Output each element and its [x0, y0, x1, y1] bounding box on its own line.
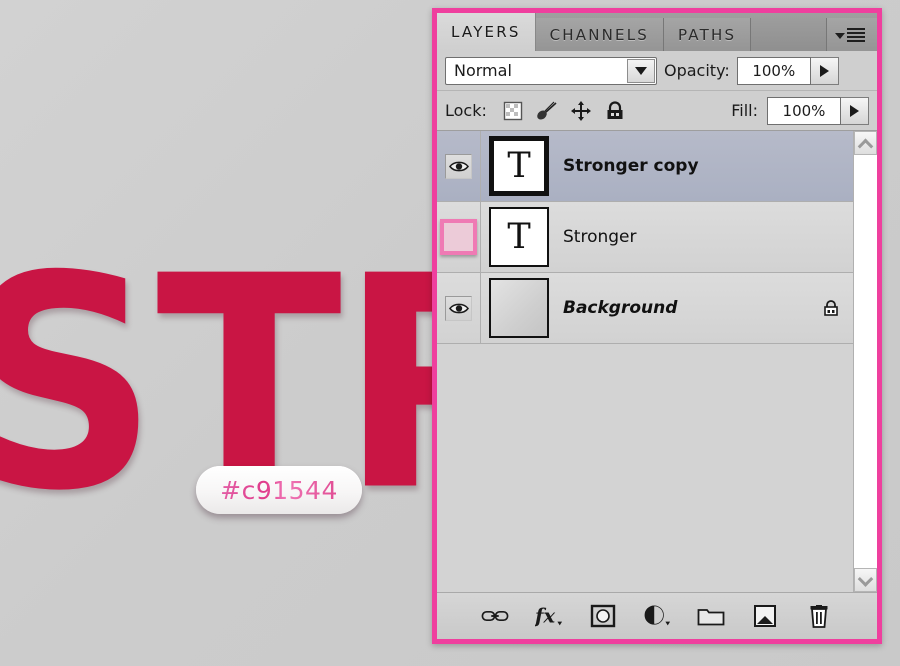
color-hex-badge-label: #c91544	[220, 475, 338, 505]
opacity-label: Opacity:	[664, 61, 730, 80]
lock-row: Lock: Fill: 100%	[437, 91, 877, 131]
table-row[interactable]: T Stronger	[437, 201, 853, 273]
layer-list-container: T Stronger copy T Stronger Background	[437, 131, 877, 593]
chevron-up-icon[interactable]	[854, 131, 877, 155]
tab-layers-label: LAYERS	[451, 23, 521, 41]
opacity-input[interactable]: 100%	[736, 56, 811, 85]
svg-text:fx: fx	[535, 605, 555, 628]
layer-visibility-cell[interactable]	[437, 131, 481, 202]
layer-style-fx-icon[interactable]: fx	[535, 602, 563, 630]
lock-all-icon[interactable]	[604, 100, 626, 122]
layer-thumbnail[interactable]: T	[489, 136, 549, 196]
new-adjustment-layer-icon[interactable]	[643, 602, 671, 630]
eye-off-empty-icon[interactable]	[440, 219, 477, 255]
layer-list-scrollbar[interactable]	[853, 131, 877, 592]
layers-panel: LAYERS CHANNELS PATHS Normal Opacity: 10…	[432, 8, 882, 644]
layer-name[interactable]: Stronger	[557, 227, 809, 247]
layer-visibility-cell[interactable]	[437, 201, 481, 273]
layer-name[interactable]: Background	[557, 298, 809, 318]
lock-label: Lock:	[445, 101, 487, 120]
new-layer-icon[interactable]	[751, 602, 779, 630]
layer-thumbnail[interactable]: T	[489, 207, 549, 267]
panel-menu-icon	[835, 27, 865, 42]
layer-visibility-cell[interactable]	[437, 272, 481, 344]
layer-list: T Stronger copy T Stronger Background	[437, 131, 853, 592]
blend-mode-select[interactable]: Normal	[445, 56, 657, 85]
tab-layers[interactable]: LAYERS	[437, 13, 536, 51]
layer-thumbnail[interactable]	[489, 278, 549, 338]
layer-thumbnail-cell[interactable]	[481, 278, 557, 338]
lock-image-pixels-icon[interactable]	[536, 100, 558, 122]
scrollbar-track[interactable]	[854, 155, 877, 568]
lock-position-icon[interactable]	[570, 100, 592, 122]
layer-thumbnail-glyph: T	[507, 146, 531, 186]
table-row[interactable]: Background	[437, 272, 853, 344]
link-layers-icon[interactable]	[481, 602, 509, 630]
fill-stepper-arrow-icon[interactable]	[841, 96, 869, 125]
layer-thumbnail-cell[interactable]: T	[481, 207, 557, 267]
blend-mode-row: Normal Opacity: 100%	[437, 51, 877, 91]
opacity-stepper-arrow-icon[interactable]	[810, 56, 839, 85]
tab-paths[interactable]: PATHS	[664, 18, 752, 51]
table-row[interactable]: T Stronger copy	[437, 131, 853, 202]
fill-control: 100%	[767, 96, 869, 125]
fill-label: Fill:	[731, 101, 758, 120]
eye-icon[interactable]	[445, 153, 472, 179]
tab-channels-label: CHANNELS	[549, 25, 650, 44]
tab-paths-label: PATHS	[678, 25, 737, 44]
chevron-down-icon[interactable]	[627, 58, 655, 83]
lock-buttons-group	[502, 100, 626, 122]
opacity-control: 100%	[736, 56, 839, 85]
panel-menu-button[interactable]	[826, 18, 877, 51]
blend-mode-value: Normal	[454, 61, 512, 80]
new-group-folder-icon[interactable]	[697, 602, 725, 630]
lock-transparent-pixels-icon[interactable]	[502, 100, 524, 122]
padlock-icon	[809, 298, 853, 318]
layers-panel-toolbar: fx	[437, 593, 877, 639]
panel-tab-strip: LAYERS CHANNELS PATHS	[437, 13, 877, 51]
delete-layer-trash-icon[interactable]	[805, 602, 833, 630]
chevron-down-icon[interactable]	[854, 568, 877, 592]
layer-thumbnail-cell[interactable]: T	[481, 136, 557, 196]
color-hex-badge: #c91544	[196, 466, 362, 514]
layer-name[interactable]: Stronger copy	[557, 156, 809, 176]
layer-thumbnail-glyph: T	[507, 217, 531, 257]
tab-channels[interactable]: CHANNELS	[535, 18, 665, 51]
add-layer-mask-icon[interactable]	[589, 602, 617, 630]
fill-input[interactable]: 100%	[767, 96, 841, 125]
eye-icon[interactable]	[445, 295, 472, 321]
